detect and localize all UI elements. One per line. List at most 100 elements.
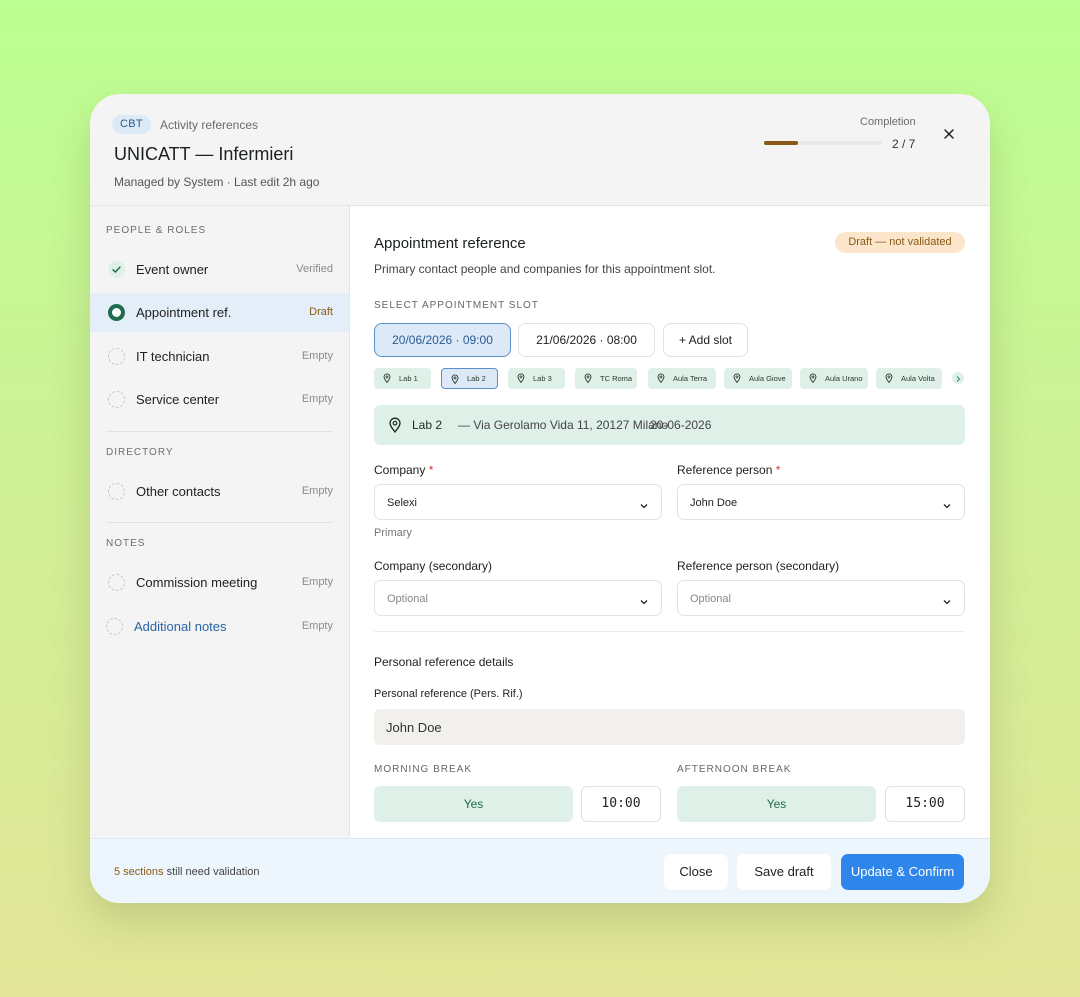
sidebar-item-commission-meeting[interactable]: Commission meeting Empty: [90, 563, 349, 602]
personal-details-title: Personal reference details: [374, 655, 514, 669]
chevron-down-icon: [942, 498, 952, 516]
sidebar-item-label: IT technician: [136, 349, 210, 364]
sidebar-item-status: Empty: [301, 350, 333, 362]
personal-reference-label: Personal reference (Pers. Rif.): [374, 688, 523, 700]
map-pin-icon: [584, 373, 592, 383]
sidebar-item-service-center[interactable]: Service center Empty: [90, 380, 349, 419]
map-pin-icon: [657, 373, 665, 383]
cbt-badge: CBT: [112, 115, 151, 134]
company-select[interactable]: Selexi: [374, 484, 662, 520]
afternoon-break-time-input[interactable]: 15:00: [885, 786, 965, 822]
map-pin-icon: [517, 373, 525, 383]
add-slot-button[interactable]: + Add slot: [663, 323, 748, 357]
company-label: Company *: [374, 463, 433, 477]
morning-break-label: MORNING BREAK: [374, 764, 473, 775]
close-icon[interactable]: [939, 124, 959, 144]
map-pin-icon: [733, 373, 741, 383]
close-button[interactable]: Close: [664, 854, 728, 890]
location-chip-label: Aula Terra: [673, 374, 708, 383]
map-pin-icon: [885, 373, 893, 383]
section-title-notes: NOTES: [106, 538, 146, 549]
location-chip[interactable]: Lab 2: [441, 368, 498, 389]
section-title-people-roles: PEOPLE & ROLES: [106, 225, 207, 236]
company-label-text: Company: [374, 463, 426, 477]
validation-note-text: still need validation: [166, 866, 260, 878]
main-panel: Appointment reference Draft — not valida…: [350, 206, 990, 838]
location-chip[interactable]: Aula Terra: [648, 368, 716, 389]
personal-reference-value: John Doe: [386, 720, 442, 735]
morning-break-time-input[interactable]: 10:00: [581, 786, 661, 822]
sidebar-item-additional-notes[interactable]: Additional notes Empty: [90, 607, 349, 646]
update-confirm-button[interactable]: Update & Confirm: [841, 854, 964, 890]
location-chip-label: Aula Volta: [901, 374, 935, 383]
reference-label: Reference person *: [677, 463, 780, 477]
location-chip-label: Lab 1: [399, 374, 418, 383]
personal-reference-field: John Doe: [374, 709, 965, 745]
company-hint: Primary: [374, 527, 412, 539]
company-secondary-label: Company (secondary): [374, 559, 493, 573]
location-chip[interactable]: Lab 3: [508, 368, 565, 389]
sidebar-item-label: Commission meeting: [136, 575, 258, 590]
empty-status-icon: [108, 574, 125, 591]
map-pin-icon: [388, 417, 402, 438]
location-date: 20-06-2026: [650, 418, 712, 432]
location-chip[interactable]: Aula Volta: [876, 368, 942, 389]
sidebar-item-label: Event owner: [136, 262, 209, 277]
afternoon-break-toggle[interactable]: Yes: [677, 786, 876, 822]
morning-break-toggle[interactable]: Yes: [374, 786, 573, 822]
completion-value: 2 / 7: [892, 137, 916, 151]
sidebar: PEOPLE & ROLES Event owner Verified Appoint…: [90, 206, 350, 838]
location-chip[interactable]: Aula Urano: [800, 368, 868, 389]
map-pin-icon: [451, 374, 459, 384]
breadcrumb: Activity references: [160, 118, 259, 132]
empty-status-icon: [108, 483, 125, 500]
map-pin-icon: [383, 373, 391, 383]
reference-person-select[interactable]: John Doe: [677, 484, 965, 520]
validation-count: 5 sections: [114, 866, 164, 878]
reference-secondary-placeholder: Optional: [690, 593, 731, 605]
page-title: Appointment reference: [374, 235, 526, 252]
slot-button-2[interactable]: 21/06/2026 · 08:00: [518, 323, 655, 357]
sidebar-item-status: Draft: [309, 306, 333, 318]
activity-references-modal: CBT Activity references UNICATT — Inferm…: [90, 94, 990, 903]
reference-secondary-label: Reference person (secondary): [677, 559, 840, 573]
reference-label-text: Reference person: [677, 463, 773, 477]
status-badge: Draft — not validated: [835, 232, 965, 253]
sidebar-item-event-owner[interactable]: Event owner Verified: [90, 250, 349, 289]
active-radio-icon: [108, 304, 125, 321]
chevron-right-icon[interactable]: [952, 372, 964, 384]
empty-status-icon: [108, 348, 125, 365]
location-chip[interactable]: Aula Giove: [724, 368, 792, 389]
location-chip-label: Aula Giove: [749, 374, 786, 383]
location-chip[interactable]: Lab 1: [374, 368, 431, 389]
sidebar-item-label: Additional notes: [134, 619, 227, 634]
location-chip-label: Aula Urano: [825, 374, 863, 383]
completion-label: Completion: [860, 116, 916, 128]
empty-status-icon: [108, 391, 125, 408]
sidebar-item-label: Service center: [136, 392, 220, 407]
company-select-value: Selexi: [387, 497, 417, 509]
sidebar-item-status: Empty: [301, 485, 333, 497]
slot-section-label: SELECT APPOINTMENT SLOT: [374, 300, 539, 311]
modal-title: UNICATT — Infermieri: [114, 144, 294, 164]
completion-progress-fill: [764, 141, 799, 145]
sidebar-item-label: Other contacts: [136, 484, 221, 499]
location-chip[interactable]: TC Roma: [575, 368, 637, 389]
sidebar-item-other-contacts[interactable]: Other contacts Empty: [90, 472, 349, 511]
save-draft-button[interactable]: Save draft: [737, 854, 831, 890]
modal-subtitle: Managed by System · Last edit 2h ago: [114, 175, 320, 189]
slot-button-1[interactable]: 20/06/2026 · 09:00: [374, 323, 511, 357]
company-secondary-select[interactable]: Optional: [374, 580, 662, 616]
sidebar-item-appointment-ref[interactable]: Appointment ref. Draft: [90, 293, 349, 332]
company-secondary-placeholder: Optional: [387, 593, 428, 605]
required-marker: *: [428, 463, 434, 477]
sidebar-item-it-technician[interactable]: IT technician Empty: [90, 337, 349, 376]
validation-note: 5 sections still need validation: [114, 866, 260, 878]
reference-secondary-select[interactable]: Optional: [677, 580, 965, 616]
location-chip-label: Lab 3: [533, 374, 552, 383]
map-pin-icon: [809, 373, 817, 383]
location-address: — Via Gerolamo Vida 11, 20127 Milano: [458, 418, 669, 432]
modal-header: CBT Activity references UNICATT — Inferm…: [90, 94, 990, 206]
divider: [106, 431, 333, 432]
divider: [106, 522, 333, 523]
